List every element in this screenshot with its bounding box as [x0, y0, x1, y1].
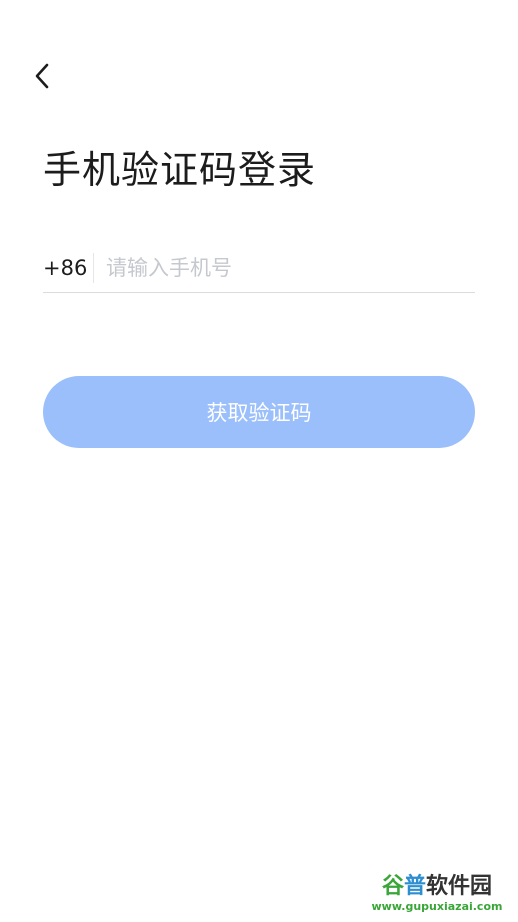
phone-input[interactable] — [106, 248, 475, 288]
chevron-left-icon — [32, 62, 52, 90]
watermark-brand: 谷普软件园 — [381, 874, 493, 899]
watermark-logo: 谷普软件园 www.gupuxiazai.com — [360, 868, 514, 920]
divider — [93, 253, 94, 283]
phone-number-row: +86 — [43, 244, 475, 293]
watermark-url: www.gupuxiazai.com — [371, 900, 503, 913]
login-screen: 手机验证码登录 +86 获取验证码 谷普软件园 www.gupuxiazai.c… — [0, 0, 518, 922]
country-code-selector[interactable]: +86 — [43, 244, 93, 292]
page-title: 手机验证码登录 — [43, 148, 317, 192]
get-verification-code-button[interactable]: 获取验证码 — [43, 376, 475, 448]
back-button[interactable] — [22, 56, 62, 96]
